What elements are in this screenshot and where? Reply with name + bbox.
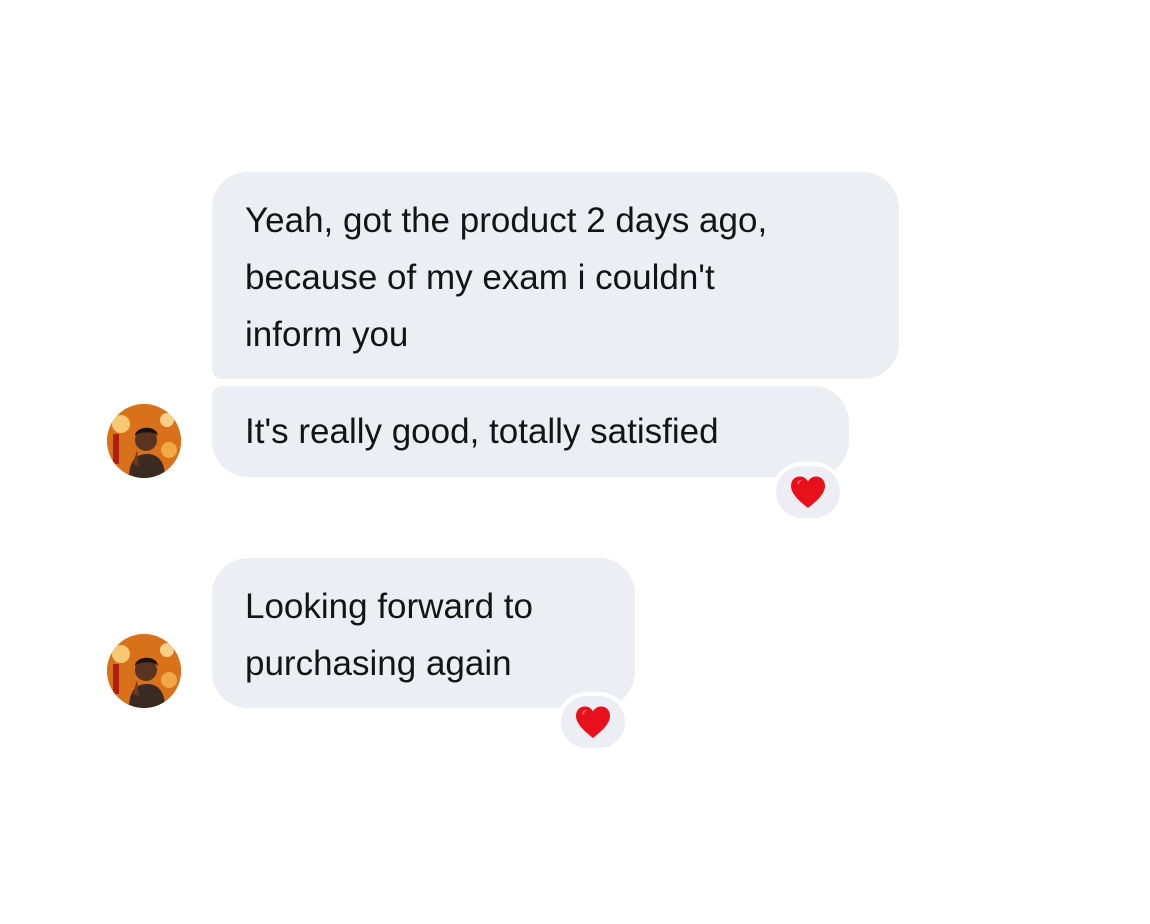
avatar-photo-icon	[107, 634, 181, 708]
heart-icon	[576, 706, 610, 738]
heart-reaction[interactable]	[772, 462, 844, 522]
avatar-photo-icon	[107, 404, 181, 478]
message-bubble[interactable]: It's really good, totally satisfied	[212, 386, 849, 477]
heart-icon	[791, 476, 825, 508]
message-bubble[interactable]: Looking forward to purchasing again	[212, 558, 635, 708]
heart-reaction[interactable]	[557, 692, 629, 752]
sender-avatar[interactable]	[107, 634, 181, 708]
message-bubble[interactable]: Yeah, got the product 2 days ago, becaus…	[212, 172, 899, 379]
sender-avatar[interactable]	[107, 404, 181, 478]
